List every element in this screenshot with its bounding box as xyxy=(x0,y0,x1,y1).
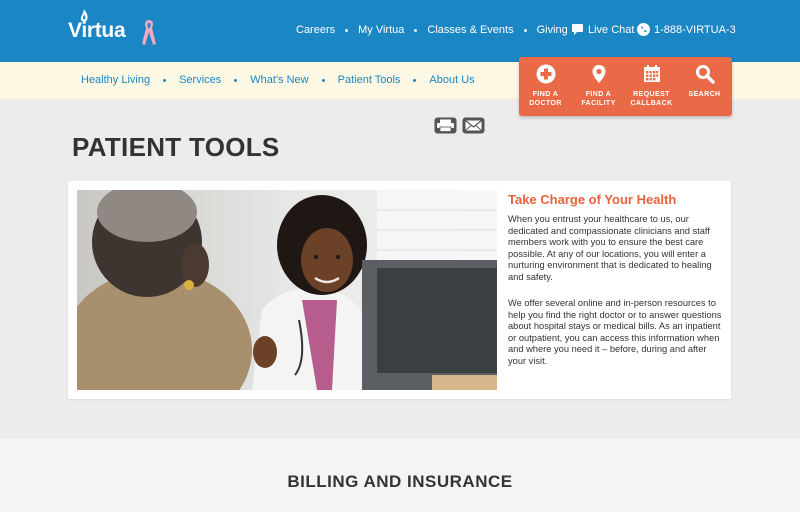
card-heading: Take Charge of Your Health xyxy=(508,192,677,207)
request-callback-line1: REQUEST xyxy=(633,91,670,98)
card-paragraph-2: We offer several online and in-person re… xyxy=(508,298,722,366)
map-pin-icon xyxy=(592,65,605,83)
doctor-patient-photo xyxy=(77,190,497,390)
card-paragraph-1: When you entrust your healthcare to us, … xyxy=(508,214,712,282)
search-icon xyxy=(695,65,715,84)
intro-card: Take Charge of Your Health When you entr… xyxy=(68,181,731,399)
subnav-divider xyxy=(234,78,238,82)
find-doctor-line2: DOCTOR xyxy=(529,100,562,107)
nav-giving[interactable]: Giving xyxy=(537,24,568,36)
nav-divider xyxy=(523,28,527,32)
subnav-healthy-living[interactable]: Healthy Living xyxy=(81,74,150,86)
find-facility-button[interactable]: FIND A FACILITY xyxy=(572,57,625,116)
subnav-divider xyxy=(413,78,417,82)
plus-circle-icon xyxy=(536,64,555,84)
quick-actions-panel: FIND A DOCTOR FIND A FACILITY REQUEST CA… xyxy=(519,57,732,116)
live-chat-label: Live Chat xyxy=(588,23,635,36)
top-header: Virtua Careers My Virtua Classes & Event… xyxy=(0,0,800,62)
search-button[interactable]: SEARCH xyxy=(678,57,731,116)
phone-label: 1-888-VIRTUA-3 xyxy=(654,23,736,36)
nav-my-virtua[interactable]: My Virtua xyxy=(358,24,404,36)
top-nav: Careers My Virtua Classes & Events Givin… xyxy=(296,24,568,36)
search-label: SEARCH xyxy=(688,91,721,98)
subnav-services[interactable]: Services xyxy=(179,74,221,86)
find-facility-line1: FIND A xyxy=(585,91,612,98)
find-doctor-line1: FIND A xyxy=(532,91,559,98)
logo-text: Virtua xyxy=(68,19,126,42)
billing-section: BILLING AND INSURANCE xyxy=(0,439,800,512)
subnav-divider xyxy=(321,78,325,82)
nav-careers[interactable]: Careers xyxy=(296,24,335,36)
find-facility-line2: FACILITY xyxy=(581,100,616,107)
phone-icon xyxy=(637,23,650,36)
nav-divider xyxy=(345,28,349,32)
live-chat-link[interactable]: Live Chat xyxy=(571,23,634,36)
page-title: PATIENT TOOLS xyxy=(72,132,280,162)
subnav-divider xyxy=(163,78,167,82)
subnav-patient-tools[interactable]: Patient Tools xyxy=(338,74,401,86)
request-callback-line2: CALLBACK xyxy=(630,100,673,107)
email-icon[interactable] xyxy=(462,117,485,139)
phone-link[interactable]: 1-888-VIRTUA-3 xyxy=(637,23,736,36)
nav-classes-events[interactable]: Classes & Events xyxy=(427,24,513,36)
subnav-whats-new[interactable]: What's New xyxy=(250,74,308,86)
virtua-logo[interactable]: Virtua xyxy=(68,9,168,51)
section-title: BILLING AND INSURANCE xyxy=(287,472,513,491)
pink-ribbon-icon xyxy=(142,20,156,45)
page-utilities xyxy=(434,117,490,139)
print-icon[interactable] xyxy=(434,117,457,139)
find-doctor-button[interactable]: FIND A DOCTOR xyxy=(519,57,572,116)
request-callback-button[interactable]: REQUEST CALLBACK xyxy=(625,57,678,116)
subnav-about-us[interactable]: About Us xyxy=(429,74,474,86)
nav-divider xyxy=(414,28,418,32)
chat-bubble-icon xyxy=(572,24,583,35)
secondary-nav: Healthy Living Services What's New Patie… xyxy=(81,74,475,86)
calendar-icon xyxy=(643,65,660,82)
